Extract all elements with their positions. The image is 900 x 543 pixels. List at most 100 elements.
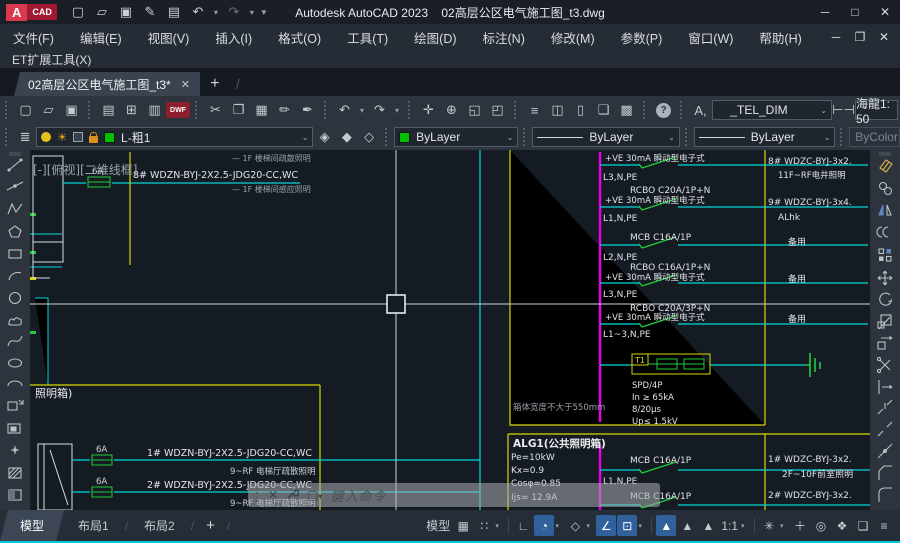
chevron-down-icon[interactable]: ▾ <box>586 522 595 530</box>
zoom-previous-icon[interactable]: ◰ <box>486 99 509 121</box>
layer-previous-icon[interactable]: ◇ <box>358 126 380 148</box>
toolbar-grip[interactable] <box>385 128 391 146</box>
ellipse-icon[interactable] <box>9 359 22 367</box>
chevron-down-icon[interactable]: ▾ <box>495 522 504 530</box>
layer-properties-icon[interactable]: ≣ <box>14 126 36 148</box>
customize-wrench-icon[interactable] <box>286 487 299 503</box>
rotate-icon[interactable] <box>880 293 892 305</box>
redo-caret-icon[interactable]: ▾ <box>247 2 257 22</box>
menu-parametric[interactable]: 参数(P) <box>608 24 676 50</box>
undo-icon[interactable]: ↶ <box>187 2 209 22</box>
tab-model[interactable]: 模型 <box>0 510 64 541</box>
menu-file[interactable]: 文件(F) <box>0 24 67 50</box>
redo-icon[interactable]: ↷ <box>223 2 245 22</box>
autocad-logo-icon[interactable]: A CAD <box>6 2 57 22</box>
plot-icon[interactable]: ▥ <box>143 99 166 121</box>
polyline-icon[interactable] <box>8 204 22 214</box>
tab-layout2[interactable]: 布局2 <box>130 510 189 541</box>
menu-dimension[interactable]: 标注(N) <box>470 24 538 50</box>
markup-icon[interactable]: ❏ <box>592 99 615 121</box>
isometric-drafting-icon[interactable]: ◇ <box>565 515 585 536</box>
layer-unlock-icon[interactable] <box>89 136 98 143</box>
move-icon[interactable] <box>878 271 892 285</box>
quick-calc-icon[interactable]: ▩ <box>615 99 638 121</box>
point-icon[interactable] <box>11 446 19 454</box>
close-icon[interactable]: ✕ <box>268 488 278 502</box>
trim-icon[interactable] <box>877 357 890 372</box>
layer-vp-freeze-icon[interactable] <box>73 132 83 142</box>
annotation-scale-button[interactable]: 1:1 <box>719 515 740 536</box>
make-block-icon[interactable] <box>8 424 20 433</box>
chevron-down-icon[interactable]: ▾ <box>638 522 647 530</box>
offset-icon[interactable] <box>877 227 888 237</box>
properties-palette-icon[interactable]: ≡ <box>523 99 546 121</box>
spline-icon[interactable] <box>8 336 22 346</box>
chevron-down-icon[interactable]: ▾ <box>780 522 789 530</box>
line-icon[interactable] <box>8 159 22 171</box>
toolbar-grip[interactable] <box>195 101 201 119</box>
help-icon[interactable]: ? <box>652 99 675 121</box>
menu-draw[interactable]: 绘图(D) <box>401 24 469 50</box>
minimize-button[interactable]: ─ <box>810 0 840 24</box>
menu-modify[interactable]: 修改(M) <box>538 24 608 50</box>
plus-icon[interactable]: ＋ <box>790 515 810 536</box>
doc-restore-button[interactable]: ❐ <box>848 30 872 44</box>
copy-icon[interactable] <box>880 183 892 195</box>
chevron-down-icon[interactable]: ▾ <box>555 522 564 530</box>
toolbar-grip[interactable] <box>680 101 686 119</box>
toolbar-grip[interactable] <box>5 128 11 146</box>
new-file-icon[interactable]: ▢ <box>14 99 37 121</box>
tab-close-icon[interactable]: ✕ <box>181 78 190 91</box>
layer-thaw-icon[interactable]: ☀ <box>57 131 67 144</box>
menu-window[interactable]: 窗口(W) <box>675 24 746 50</box>
construction-line-icon[interactable] <box>7 182 23 190</box>
extend-icon[interactable] <box>879 380 892 394</box>
join-icon[interactable] <box>878 444 892 458</box>
break-icon[interactable] <box>878 422 892 436</box>
model-space-button[interactable]: 模型 <box>424 515 452 536</box>
polygon-icon[interactable] <box>9 226 21 237</box>
print-icon[interactable]: ▤ <box>163 2 185 22</box>
new-layout-button[interactable]: + <box>196 517 225 534</box>
redo-icon[interactable]: ↷ <box>368 99 391 121</box>
match-properties-icon[interactable]: ✏ <box>273 99 296 121</box>
break-at-point-icon[interactable] <box>878 400 892 414</box>
toolbar-grip[interactable] <box>408 101 414 119</box>
toolbar-grip[interactable] <box>88 101 94 119</box>
menu-edit[interactable]: 编辑(E) <box>67 24 135 50</box>
insert-block-icon[interactable] <box>8 400 23 410</box>
save-icon[interactable]: ▣ <box>60 99 83 121</box>
dimension-style-icon[interactable]: ⊢⊣ <box>832 99 855 121</box>
doc-close-button[interactable]: ✕ <box>872 30 896 44</box>
object-snap-tracking-icon[interactable]: ∠ <box>596 515 616 536</box>
color-dropdown[interactable]: ByLayer ⌄ <box>394 127 518 147</box>
toolbar-menu-icon[interactable]: ▼ <box>259 2 269 22</box>
make-object-layer-current-icon[interactable]: ◈ <box>313 126 335 148</box>
print-icon[interactable]: ▤ <box>97 99 120 121</box>
publish-dwf-icon[interactable]: DWF <box>166 102 190 118</box>
pan-icon[interactable]: ✛ <box>417 99 440 121</box>
save-as-icon[interactable]: ✎ <box>139 2 161 22</box>
linetype-dropdown[interactable]: ByLayer ⌄ <box>532 127 680 147</box>
array-icon[interactable] <box>879 249 891 261</box>
stretch-icon[interactable] <box>878 337 892 350</box>
menu-insert[interactable]: 插入(I) <box>202 24 265 50</box>
toolbar-grip[interactable] <box>523 128 529 146</box>
chevron-down-icon[interactable]: ▾ <box>741 522 750 530</box>
toolbar-grip[interactable] <box>324 101 330 119</box>
menu-tools[interactable]: 工具(T) <box>334 24 401 50</box>
undo-caret-icon[interactable]: ▾ <box>211 2 221 22</box>
undo-icon[interactable]: ↶ <box>333 99 356 121</box>
annotation-visibility-icon[interactable]: ▲ <box>656 515 676 536</box>
ortho-icon[interactable]: ∟ <box>513 515 533 536</box>
erase-icon[interactable] <box>880 160 892 172</box>
design-center-icon[interactable]: ◫ <box>546 99 569 121</box>
zoom-window-icon[interactable]: ◱ <box>463 99 486 121</box>
doc-minimize-button[interactable]: ─ <box>824 30 848 44</box>
scale-icon[interactable] <box>878 315 891 329</box>
open-folder-icon[interactable]: ▱ <box>37 99 60 121</box>
print-preview-icon[interactable]: ⊞ <box>120 99 143 121</box>
command-bar-grip[interactable] <box>256 488 260 502</box>
open-folder-icon[interactable]: ▱ <box>91 2 113 22</box>
customization-menu-icon[interactable]: ≡ <box>874 515 894 536</box>
